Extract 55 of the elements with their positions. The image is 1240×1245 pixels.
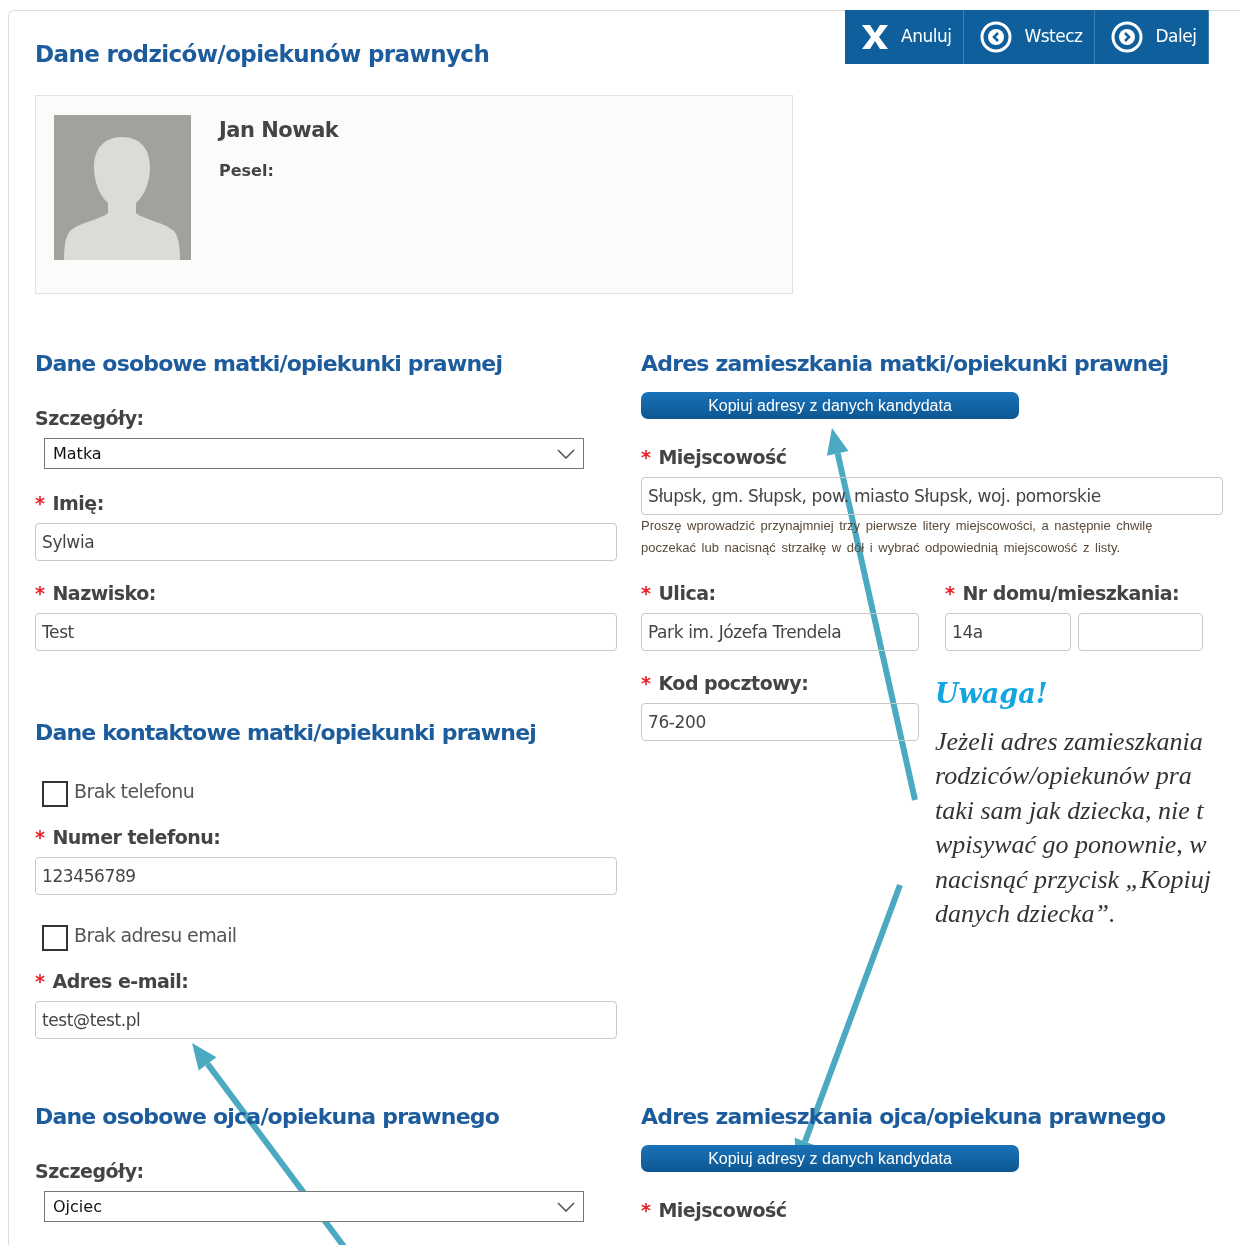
section-title: Adres zamieszkania matki/opiekunki prawnej: [641, 350, 1170, 378]
candidate-name: Jan Nowak: [219, 117, 339, 144]
note-text: danych dziecka”.: [935, 898, 1116, 931]
field-label: Ulica:: [658, 581, 716, 605]
required-mark: *: [641, 1198, 651, 1222]
input-field[interactable]: 123456789: [35, 857, 617, 895]
back-circle-icon: [980, 21, 1013, 53]
select-field[interactable]: Matka: [44, 438, 584, 469]
note-text: taki sam jak dziecka, nie t: [935, 794, 1204, 827]
field-label: Miejscowość: [658, 445, 787, 469]
required-mark: *: [35, 969, 45, 993]
field-label: Szczegóły:: [35, 1159, 144, 1183]
required-mark: *: [945, 581, 955, 605]
input-field[interactable]: Park im. Józefa Trendela: [641, 613, 919, 651]
field-label: Kod pocztowy:: [658, 671, 809, 695]
note-text: nacisnąć przycisk „Kopiuj: [935, 863, 1211, 896]
required-mark: *: [35, 825, 45, 849]
input-field[interactable]: 76-200: [641, 703, 919, 741]
avatar-icon: [54, 115, 191, 260]
field-label: Imię:: [52, 491, 104, 515]
page-title: Dane rodziców/opiekunów prawnych: [35, 40, 490, 69]
field-label: Adres e-mail:: [52, 969, 189, 993]
input-field[interactable]: [1077, 613, 1203, 651]
input-field[interactable]: 14a: [945, 613, 1071, 651]
forward-circle-icon: [1111, 21, 1144, 53]
required-mark: *: [641, 671, 651, 695]
required-mark: *: [35, 491, 45, 515]
field-label: Nr domu/mieszkania:: [962, 581, 1180, 605]
input-field[interactable]: Sylwia: [35, 523, 617, 561]
copy-address-button[interactable]: Kopiuj adresy z danych kandydata: [641, 392, 1019, 419]
input-field[interactable]: Test: [35, 613, 617, 651]
field-label: Nazwisko:: [52, 581, 156, 605]
checkbox[interactable]: [42, 925, 68, 951]
section-title: Dane osobowe matki/opiekunki prawnej: [35, 350, 504, 378]
input-field[interactable]: test@test.pl: [35, 1001, 617, 1039]
field-label: Numer telefonu:: [52, 825, 221, 849]
chevron-down-icon: [557, 1201, 575, 1212]
note-text: wpisywać go ponownie, w: [935, 829, 1207, 862]
close-icon: [861, 24, 889, 50]
checkbox-label: Brak adresu email: [74, 922, 237, 948]
required-mark: *: [35, 581, 45, 605]
checkbox[interactable]: [42, 781, 68, 807]
required-mark: *: [641, 581, 651, 605]
note-text: Jeżeli adres zamieszkania: [935, 726, 1203, 758]
copy-address-button[interactable]: Kopiuj adresy z danych kandydata: [641, 1145, 1019, 1172]
chevron-down-icon: [557, 448, 575, 459]
field-label: Miejscowość: [658, 1198, 787, 1222]
select-field[interactable]: Ojciec: [44, 1191, 584, 1222]
note-text: rodziców/opiekunów pra: [935, 760, 1192, 793]
checkbox-label: Brak telefonu: [74, 778, 195, 804]
pesel-label: Pesel:: [219, 159, 275, 182]
note-title: Uwaga!: [935, 677, 1049, 711]
field-label: Szczegóły:: [35, 406, 144, 430]
required-mark: *: [641, 445, 651, 469]
section-title: Dane kontaktowe matki/opiekunki prawnej: [35, 719, 537, 747]
